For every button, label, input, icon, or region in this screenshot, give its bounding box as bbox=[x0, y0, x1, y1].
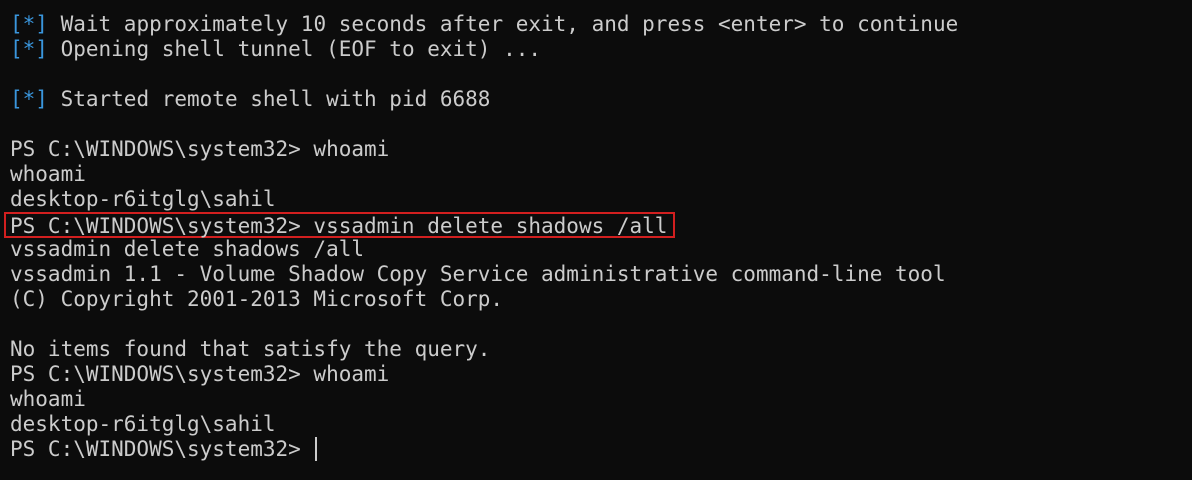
line-text: whoami bbox=[10, 162, 86, 186]
highlighted-command: PS C:\WINDOWS\system32> vssadmin delete … bbox=[4, 212, 676, 238]
line-text: Opening shell tunnel (EOF to exit) ... bbox=[47, 37, 542, 61]
terminal-line: (C) Copyright 2001-2013 Microsoft Corp. bbox=[10, 287, 1192, 312]
terminal-line: [*] Started remote shell with pid 6688 bbox=[10, 87, 1192, 112]
status-tag: [*] bbox=[10, 87, 48, 111]
line-text: PS C:\WINDOWS\system32> whoami bbox=[10, 362, 390, 386]
status-tag: [*] bbox=[10, 12, 48, 36]
text-cursor bbox=[315, 437, 318, 461]
terminal-line: [*] Opening shell tunnel (EOF to exit) .… bbox=[10, 37, 1192, 62]
terminal-line: vssadmin 1.1 - Volume Shadow Copy Servic… bbox=[10, 262, 1192, 287]
terminal-window[interactable]: [*] Wait approximately 10 seconds after … bbox=[0, 0, 1192, 480]
line-text: Started remote shell with pid 6688 bbox=[47, 87, 491, 111]
prompt-text: PS C:\WINDOWS\system32> bbox=[10, 437, 314, 461]
terminal-line: desktop-r6itglg\sahil bbox=[10, 187, 1192, 212]
line-text: desktop-r6itglg\sahil bbox=[10, 412, 276, 436]
line-text: vssadmin delete shadows /all bbox=[10, 237, 365, 261]
line-text: whoami bbox=[10, 387, 86, 411]
terminal-line: vssadmin delete shadows /all bbox=[10, 237, 1192, 262]
terminal-line: [*] Wait approximately 10 seconds after … bbox=[10, 12, 1192, 37]
terminal-line: desktop-r6itglg\sahil bbox=[10, 412, 1192, 437]
prompt-line[interactable]: PS C:\WINDOWS\system32> bbox=[10, 437, 1192, 462]
line-text: No items found that satisfy the query. bbox=[10, 337, 491, 361]
terminal-line: PS C:\WINDOWS\system32> vssadmin delete … bbox=[4, 212, 1192, 238]
status-tag: [*] bbox=[10, 37, 48, 61]
line-text: vssadmin 1.1 - Volume Shadow Copy Servic… bbox=[10, 262, 946, 286]
terminal-line: whoami bbox=[10, 162, 1192, 187]
line-text: desktop-r6itglg\sahil bbox=[10, 187, 276, 211]
line-text: (C) Copyright 2001-2013 Microsoft Corp. bbox=[10, 287, 504, 311]
line-text: Wait approximately 10 seconds after exit… bbox=[47, 12, 959, 36]
terminal-line: PS C:\WINDOWS\system32> whoami bbox=[10, 137, 1192, 162]
terminal-line: whoami bbox=[10, 387, 1192, 412]
terminal-line: No items found that satisfy the query. bbox=[10, 337, 1192, 362]
terminal-line: PS C:\WINDOWS\system32> whoami bbox=[10, 362, 1192, 387]
line-text: PS C:\WINDOWS\system32> whoami bbox=[10, 137, 390, 161]
